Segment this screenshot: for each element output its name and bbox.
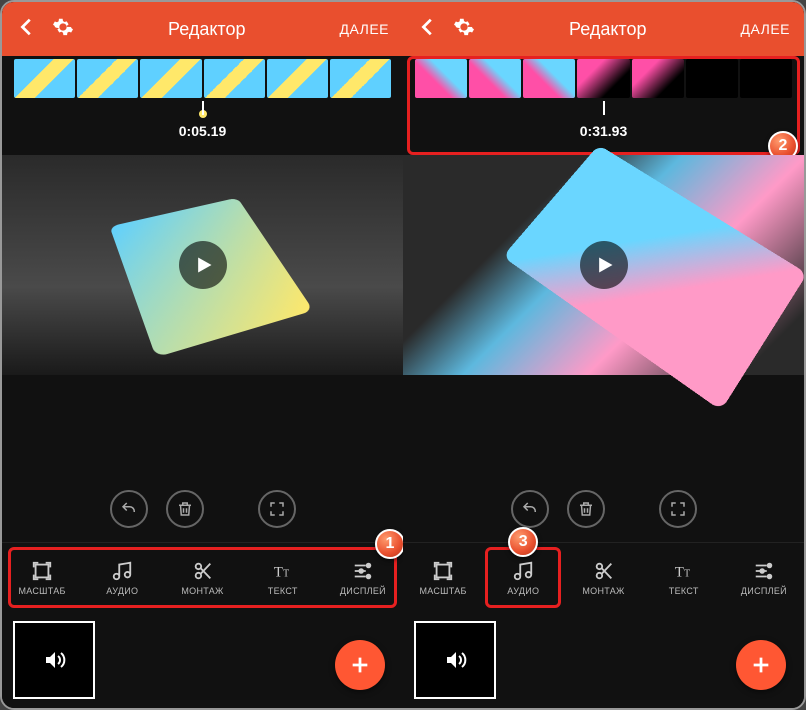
svg-text:T: T [675, 564, 684, 580]
header-title: Редактор [88, 19, 326, 40]
thumbnail[interactable] [740, 59, 792, 98]
thumbnail[interactable] [469, 59, 521, 98]
tool-text[interactable]: TT ТЕКСТ [243, 543, 323, 612]
tool-label: МОНТАЖ [582, 586, 624, 596]
settings-button[interactable] [453, 16, 475, 43]
fullscreen-button[interactable] [258, 490, 296, 528]
screen-left: Редактор ДАЛЕЕ 0:05.19 [2, 2, 403, 708]
undo-button[interactable] [511, 490, 549, 528]
delete-button[interactable] [567, 490, 605, 528]
timeline-thumbnails[interactable] [403, 56, 804, 101]
app-header: Редактор ДАЛЕЕ [2, 2, 403, 56]
thumbnail[interactable] [140, 59, 201, 98]
thumbnail[interactable] [686, 59, 738, 98]
preview-content [503, 145, 804, 411]
tool-label: ТЕКСТ [268, 586, 298, 596]
tool-display[interactable]: ДИСПЛЕЙ [724, 543, 804, 612]
tool-text[interactable]: TT ТЕКСТ [644, 543, 724, 612]
fullscreen-button[interactable] [659, 490, 697, 528]
playhead[interactable] [403, 101, 804, 115]
svg-text:T: T [684, 568, 690, 579]
settings-button[interactable] [52, 16, 74, 43]
add-button[interactable] [736, 640, 786, 690]
svg-text:T: T [283, 568, 289, 579]
video-preview[interactable] [2, 155, 403, 375]
add-button[interactable] [335, 640, 385, 690]
tool-row: МАСШТАБ АУДИО 3 МОНТАЖ TT ТЕКСТ ДИСПЛЕЙ [403, 542, 804, 612]
next-button[interactable]: ДАЛЕЕ [340, 21, 390, 37]
tool-label: МАСШТАБ [18, 586, 65, 596]
volume-tile[interactable] [14, 622, 94, 698]
tool-label: АУДИО [507, 586, 539, 596]
undo-button[interactable] [110, 490, 148, 528]
video-preview[interactable] [403, 155, 804, 375]
thumbnail[interactable] [77, 59, 138, 98]
thumbnail[interactable] [330, 59, 391, 98]
delete-button[interactable] [166, 490, 204, 528]
header-title: Редактор [489, 19, 727, 40]
tool-row: МАСШТАБ АУДИО МОНТАЖ TT ТЕКСТ ДИСПЛЕЙ 1 [2, 542, 403, 612]
tool-label: МОНТАЖ [181, 586, 223, 596]
screen-right: Редактор ДАЛЕЕ 0:31.93 2 [403, 2, 804, 708]
tool-montage[interactable]: МОНТАЖ [563, 543, 643, 612]
edit-actions [403, 476, 804, 542]
edit-actions [2, 476, 403, 542]
tool-audio[interactable]: АУДИО 3 [483, 543, 563, 612]
tool-scale[interactable]: МАСШТАБ [2, 543, 82, 612]
bottom-bar [403, 612, 804, 708]
tool-audio[interactable]: АУДИО [82, 543, 162, 612]
app-header: Редактор ДАЛЕЕ [403, 2, 804, 56]
volume-tile[interactable] [415, 622, 495, 698]
next-button[interactable]: ДАЛЕЕ [741, 21, 791, 37]
tool-label: ДИСПЛЕЙ [340, 586, 386, 596]
thumbnail[interactable] [523, 59, 575, 98]
tool-display[interactable]: ДИСПЛЕЙ [323, 543, 403, 612]
thumbnail[interactable] [415, 59, 467, 98]
tool-label: МАСШТАБ [419, 586, 466, 596]
play-button[interactable] [179, 241, 227, 289]
thumbnail[interactable] [267, 59, 328, 98]
tool-scale[interactable]: МАСШТАБ [403, 543, 483, 612]
play-button[interactable] [580, 241, 628, 289]
back-button[interactable] [16, 16, 38, 43]
svg-text:T: T [274, 564, 283, 580]
back-button[interactable] [417, 16, 439, 43]
playhead[interactable] [2, 101, 403, 115]
timeline-thumbnails[interactable] [2, 56, 403, 101]
thumbnail[interactable] [14, 59, 75, 98]
bottom-bar [2, 612, 403, 708]
tool-label: ДИСПЛЕЙ [741, 586, 787, 596]
tool-label: АУДИО [106, 586, 138, 596]
timecode: 0:31.93 [403, 123, 804, 139]
thumbnail[interactable] [632, 59, 684, 98]
thumbnail[interactable] [204, 59, 265, 98]
tool-label: ТЕКСТ [669, 586, 699, 596]
thumbnail[interactable] [577, 59, 629, 98]
timecode: 0:05.19 [2, 123, 403, 139]
tool-montage[interactable]: МОНТАЖ [162, 543, 242, 612]
